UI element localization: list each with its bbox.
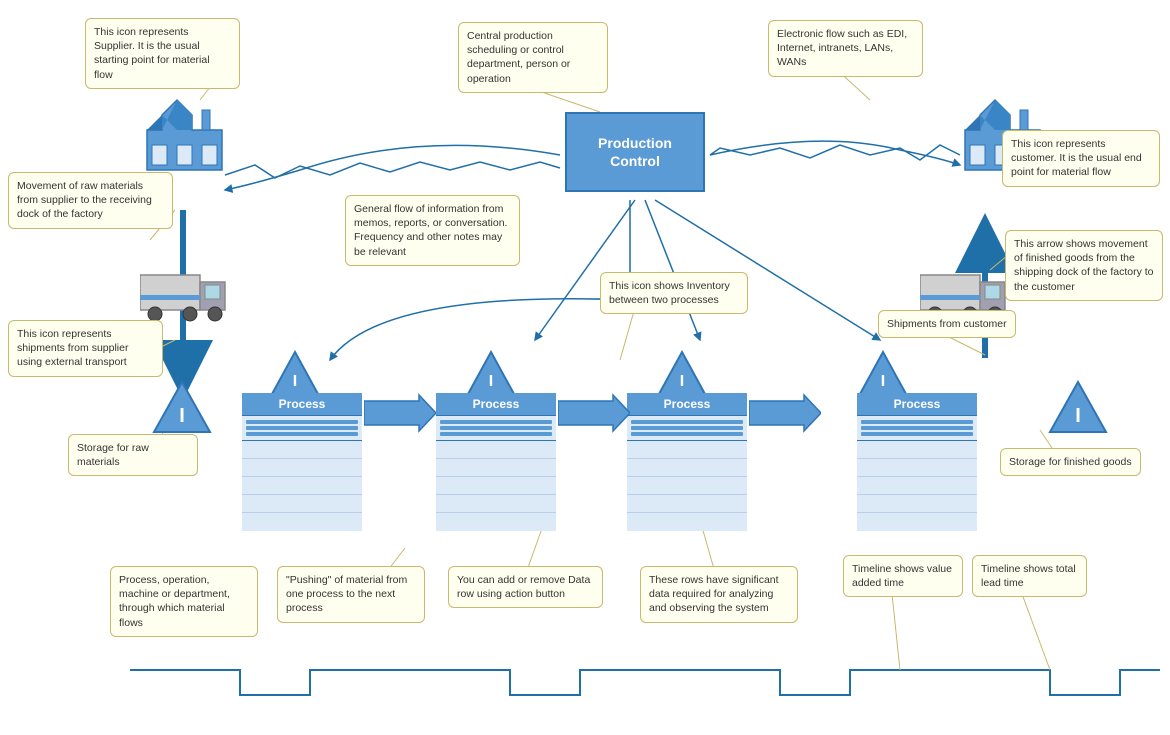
callout-finished-storage-text: Storage for finished goods [1009,456,1132,468]
process-4-row-5 [857,513,977,531]
callout-electronic-text: Electronic flow such as EDI, Internet, i… [777,28,907,68]
callout-timeline-value: Timeline shows value added time [843,555,963,597]
inventory-icon-1: I [270,350,320,396]
inv-triangle-4: I [858,350,908,399]
process-1-rows [242,416,362,531]
process-box-2: Process [436,393,556,531]
push-arrow-icon-2 [558,393,630,433]
callout-raw-movement: Movement of raw materials from supplier … [8,172,173,229]
inv-triangle-1: I [270,350,320,399]
callout-raw-storage: Storage for raw materials [68,434,198,476]
production-control-box: Production Control [565,112,705,192]
process-2-row-2 [436,459,556,477]
process-3-row-5 [627,513,747,531]
callout-info-flow-text: General flow of information from memos, … [354,203,507,258]
push-arrow-icon-1 [364,393,436,433]
finished-storage-icon: I [1048,380,1108,435]
push-arrow-1 [364,393,436,436]
callout-customer: This icon represents customer. It is the… [1002,130,1160,187]
process-1-row-4 [242,495,362,513]
callout-process-text: Process, operation, machine or departmen… [119,574,230,629]
callout-data-row: You can add or remove Data row using act… [448,566,603,608]
process-2-row-4 [436,495,556,513]
callout-electronic: Electronic flow such as EDI, Internet, i… [768,20,923,77]
callout-timeline-lead: Timeline shows total lead time [972,555,1087,597]
process-4-label: Process [857,393,977,416]
svg-text:I: I [1075,405,1081,427]
callout-process: Process, operation, machine or departmen… [110,566,258,637]
inventory-icon-4: I [858,350,908,396]
callout-prod-control-text: Central production scheduling or control… [467,30,570,85]
callout-customer-shipment: Shipments from customer [878,310,1016,338]
callout-data-row-text: You can add or remove Data row using act… [457,574,590,600]
process-3-row-4 [627,495,747,513]
supplier-factory [142,95,227,178]
callout-supplier: This icon represents Supplier. It is the… [85,18,240,89]
supplier-factory-icon [142,95,227,175]
finished-storage-triangle: I [1048,380,1108,438]
svg-text:I: I [489,373,493,390]
callout-push-arrow: "Pushing" of material from one process t… [277,566,425,623]
process-1-row-2 [242,459,362,477]
callout-inventory: This icon shows Inventory between two pr… [600,272,748,314]
callout-inventory-text: This icon shows Inventory between two pr… [609,280,730,306]
process-3-label: Process [627,393,747,416]
process-3-row-3 [627,477,747,495]
process-box-3: Process [627,393,747,531]
process-1-row-3 [242,477,362,495]
callout-timeline-lead-text: Timeline shows total lead time [981,563,1076,589]
process-3-row-1 [627,441,747,459]
svg-text:I: I [680,373,684,390]
process-4-row-2 [857,459,977,477]
callout-raw-movement-text: Movement of raw materials from supplier … [17,180,152,220]
callout-data-rows-text: These rows have significant data require… [649,574,779,614]
process-1-label: Process [242,393,362,416]
callout-supplier-shipment: This icon represents shipments from supp… [8,320,163,377]
push-arrow-icon-3 [749,393,821,433]
callout-push-arrow-text: "Pushing" of material from one process t… [286,574,407,614]
svg-text:I: I [293,373,297,390]
process-4-row-3 [857,477,977,495]
raw-storage-icon: I [152,380,212,435]
svg-text:I: I [881,373,885,390]
svg-text:I: I [179,405,185,427]
inv-triangle-2: I [466,350,516,399]
inventory-icon-3: I [657,350,707,396]
callout-supplier-text: This icon represents Supplier. It is the… [94,26,210,81]
callout-data-rows: These rows have significant data require… [640,566,798,623]
supplier-truck-icon [140,270,230,325]
push-arrow-3 [749,393,821,436]
process-2-label: Process [436,393,556,416]
callout-customer-text: This icon represents customer. It is the… [1011,138,1142,178]
callout-finished-movement-text: This arrow shows movement of finished go… [1014,238,1154,293]
process-4-row-4 [857,495,977,513]
callout-timeline-value-text: Timeline shows value added time [852,563,952,589]
process-4-row-1 [857,441,977,459]
raw-storage-triangle: I [152,380,212,438]
process-2-row-3 [436,477,556,495]
push-arrow-2 [558,393,630,436]
callout-finished-storage: Storage for finished goods [1000,448,1141,476]
process-1-row-1 [242,441,362,459]
inv-triangle-3: I [657,350,707,399]
process-box-4: Process [857,393,977,531]
callout-supplier-shipment-text: This icon represents shipments from supp… [17,328,128,368]
process-1-row-5 [242,513,362,531]
process-2-row-1 [436,441,556,459]
process-2-row-5 [436,513,556,531]
callout-raw-storage-text: Storage for raw materials [77,442,149,468]
production-control-label: Production Control [598,134,672,170]
inventory-icon-2: I [466,350,516,396]
callout-finished-movement: This arrow shows movement of finished go… [1005,230,1163,301]
callout-prod-control: Central production scheduling or control… [458,22,608,93]
callout-customer-shipment-text: Shipments from customer [887,318,1007,330]
process-2-rows [436,416,556,531]
process-3-rows [627,416,747,531]
process-4-rows [857,416,977,531]
callout-info-flow: General flow of information from memos, … [345,195,520,266]
canvas: Production Control [0,0,1170,735]
process-box-1: Process [242,393,362,531]
process-3-row-2 [627,459,747,477]
